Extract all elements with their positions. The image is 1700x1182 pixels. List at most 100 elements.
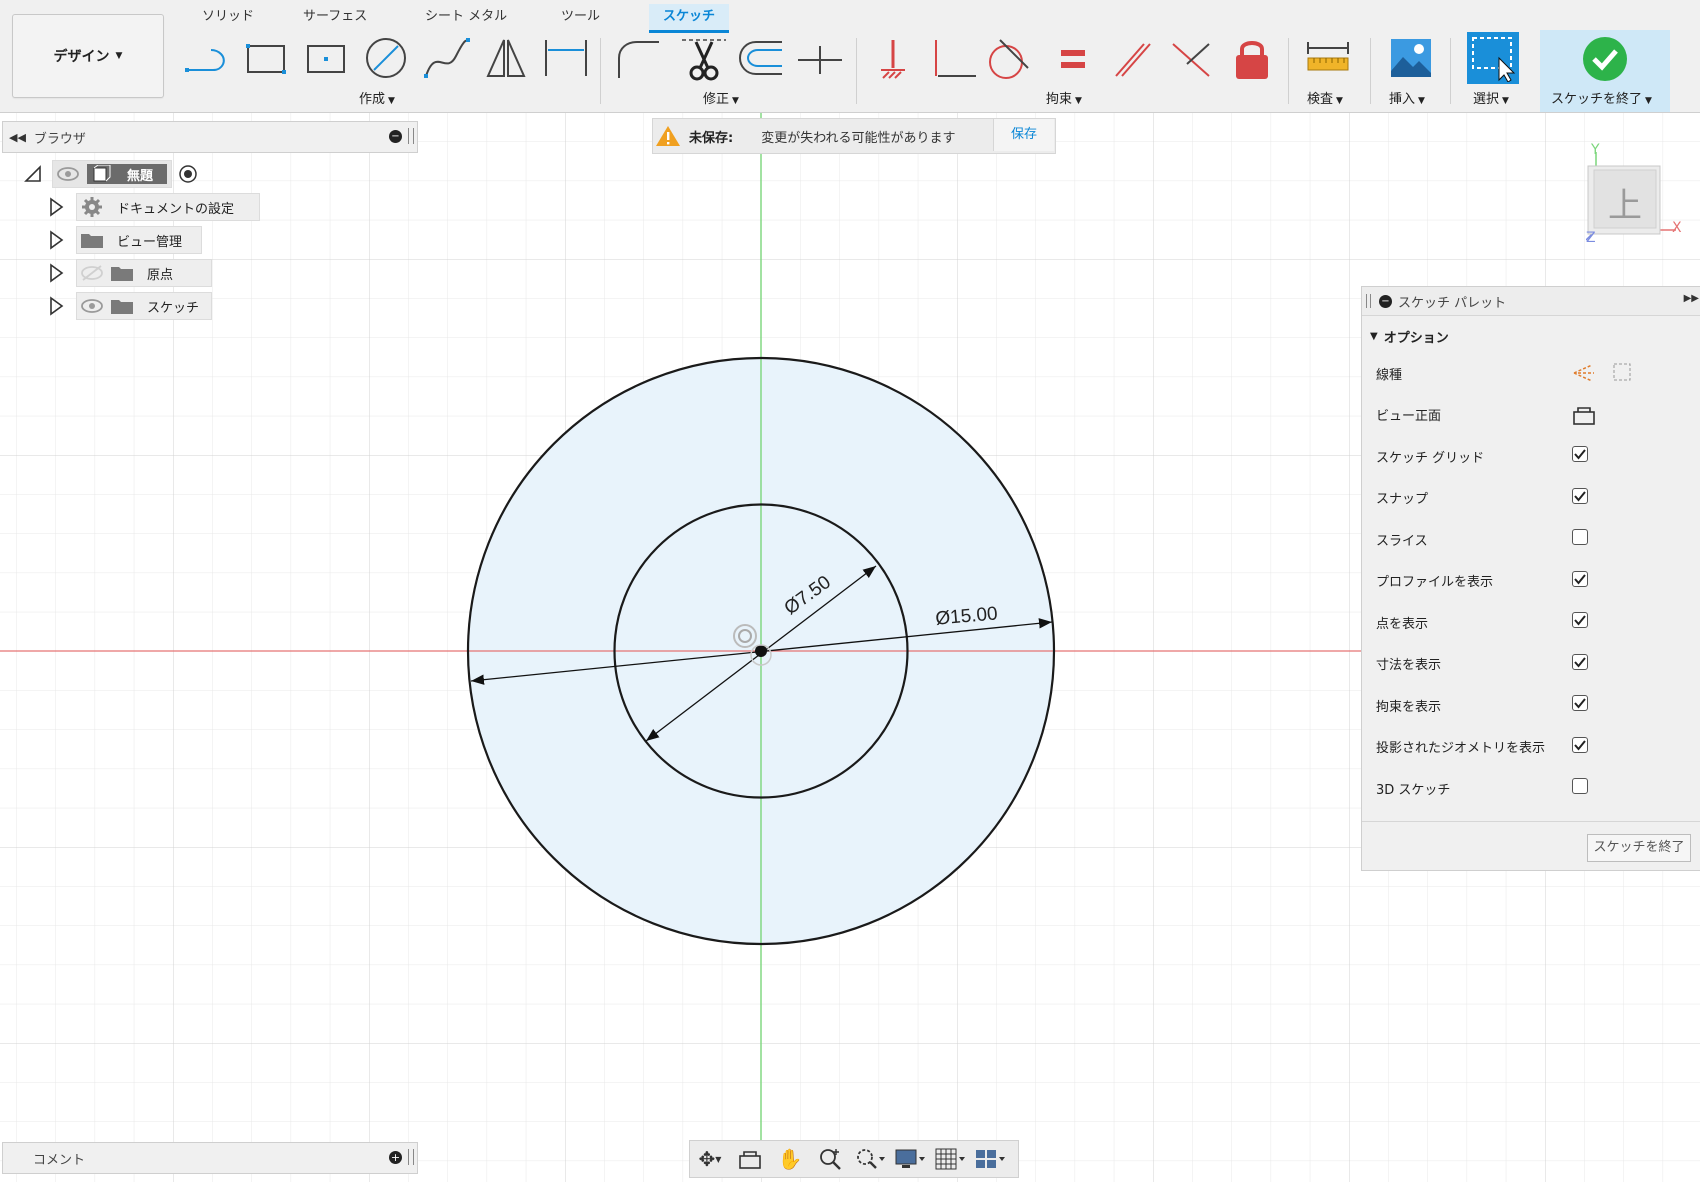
option-checkbox[interactable] xyxy=(1572,778,1588,794)
panel-grip-icon[interactable] xyxy=(408,1149,414,1165)
center-point[interactable] xyxy=(755,645,767,657)
checkbox-checked[interactable] xyxy=(1572,487,1588,504)
option-checkbox[interactable] xyxy=(1572,529,1588,545)
palette-finish-sketch-button[interactable]: スケッチを終了 xyxy=(1587,834,1691,862)
tab-tools[interactable]: ツール xyxy=(553,4,608,30)
collapse-left-icon[interactable]: ◀◀ xyxy=(9,131,26,144)
tab-sheet-metal[interactable]: シート メタル xyxy=(417,4,515,30)
workspace-switcher[interactable]: デザイン ▼ xyxy=(12,14,164,98)
collapse-triangle-icon[interactable] xyxy=(24,165,42,183)
dimension-tool[interactable] xyxy=(541,34,591,82)
line-tool[interactable] xyxy=(180,34,230,82)
finish-sketch-button[interactable]: スケッチを終了 ▼ xyxy=(1540,30,1670,112)
browser-panel-header[interactable]: ◀◀ ブラウザ − xyxy=(2,121,418,153)
tab-solid[interactable]: ソリッド xyxy=(194,4,262,30)
option-checkbox[interactable] xyxy=(1572,612,1588,628)
create-menu[interactable]: 作成 ▼ xyxy=(359,88,395,107)
option-checkbox[interactable] xyxy=(1572,736,1588,753)
root-component-badge[interactable]: 無題 xyxy=(87,164,168,184)
expand-triangle-icon[interactable] xyxy=(48,230,64,250)
checkbox-checked[interactable] xyxy=(1572,695,1588,711)
center-rectangle-tool[interactable] xyxy=(301,34,351,82)
parallel-constraint-tool[interactable] xyxy=(1107,34,1157,82)
browser-item-named-views[interactable]: ビュー管理 xyxy=(48,226,202,254)
panel-grip-icon[interactable] xyxy=(1366,294,1371,308)
minimize-icon[interactable]: − xyxy=(389,130,402,143)
insert-menu[interactable]: 挿入 ▼ xyxy=(1389,88,1425,107)
tab-sketch[interactable]: スケッチ xyxy=(649,4,729,33)
look-at-icon[interactable] xyxy=(730,1142,770,1176)
viewcube-face-label[interactable]: 上 xyxy=(1608,178,1642,227)
save-link[interactable]: 保存 xyxy=(993,119,1054,151)
browser-item-document-settings[interactable]: ドキュメントの設定 xyxy=(48,193,260,221)
select-tool[interactable] xyxy=(1467,32,1519,84)
browser-item-sketches[interactable]: スケッチ xyxy=(48,292,212,320)
minimize-icon[interactable]: − xyxy=(1379,294,1392,308)
eye-icon[interactable] xyxy=(53,163,83,185)
offset-tool[interactable] xyxy=(735,34,785,82)
options-section-header[interactable]: ▼ オプション xyxy=(1370,321,1449,351)
option-checkbox[interactable] xyxy=(1572,695,1588,711)
spline-tool[interactable] xyxy=(421,34,471,82)
add-comment-icon[interactable]: + xyxy=(389,1151,402,1164)
coincident-constraint-tool[interactable] xyxy=(1166,34,1216,82)
eye-icon[interactable] xyxy=(77,295,107,317)
root-label: 無題 xyxy=(127,168,154,184)
checkbox-checked[interactable] xyxy=(1572,736,1588,753)
option-checkbox[interactable] xyxy=(1572,446,1588,462)
viewports-icon[interactable] xyxy=(970,1142,1010,1176)
rectangle-tool[interactable] xyxy=(241,34,291,82)
fix-constraint-tool[interactable] xyxy=(868,34,918,82)
modify-menu[interactable]: 修正 ▼ xyxy=(703,88,739,107)
option-checkbox[interactable] xyxy=(1572,487,1588,504)
palette-option-row: 線種 xyxy=(1376,353,1696,393)
panel-grip-icon[interactable] xyxy=(408,128,414,144)
expand-right-icon[interactable]: ▶▶ xyxy=(1684,293,1699,304)
fit-zoom-icon[interactable] xyxy=(850,1142,890,1176)
perpendicular-constraint-tool[interactable] xyxy=(929,34,979,82)
construction-linetype-icon[interactable] xyxy=(1572,362,1632,388)
chevron-down-icon: ▼ xyxy=(1418,96,1425,106)
tab-surface[interactable]: サーフェス xyxy=(295,4,375,30)
expand-triangle-icon[interactable] xyxy=(48,197,64,217)
measure-tool[interactable] xyxy=(1303,34,1353,82)
zoom-icon[interactable] xyxy=(810,1142,850,1176)
viewcube[interactable]: 上 Y X Z xyxy=(1585,142,1686,248)
comments-panel-header[interactable]: コメント + xyxy=(2,1142,418,1174)
equal-constraint-tool[interactable] xyxy=(1048,34,1098,82)
activate-radio-icon[interactable] xyxy=(176,162,200,186)
display-settings-icon[interactable] xyxy=(890,1142,930,1176)
fillet-tool[interactable] xyxy=(612,34,662,82)
select-menu[interactable]: 選択 ▼ xyxy=(1473,88,1509,107)
checkbox-unchecked[interactable] xyxy=(1572,529,1588,545)
option-checkbox[interactable] xyxy=(1572,653,1588,670)
checkbox-checked[interactable] xyxy=(1572,446,1588,462)
folder-icon xyxy=(111,267,133,281)
expand-triangle-icon[interactable] xyxy=(48,296,64,316)
checkbox-checked[interactable] xyxy=(1572,653,1588,670)
checkbox-checked[interactable] xyxy=(1572,570,1588,587)
browser-root-row[interactable]: 無題 xyxy=(24,160,200,188)
pan-hand-icon[interactable]: ✋ xyxy=(770,1142,810,1176)
expand-triangle-icon[interactable] xyxy=(48,263,64,283)
orbit-icon[interactable]: ✥ ▼ xyxy=(690,1142,730,1176)
checkbox-unchecked[interactable] xyxy=(1572,778,1588,794)
look-at-icon[interactable] xyxy=(1572,404,1596,430)
browser-item-origin[interactable]: 原点 xyxy=(48,259,212,287)
lock-constraint-tool[interactable] xyxy=(1227,34,1277,82)
check-icon xyxy=(1574,449,1586,460)
grid-settings-icon[interactable] xyxy=(930,1142,970,1176)
tangent-constraint-tool[interactable] xyxy=(983,34,1033,82)
break-tool[interactable] xyxy=(795,34,845,82)
inspect-menu[interactable]: 検査 ▼ xyxy=(1307,88,1343,107)
separator xyxy=(1370,38,1371,104)
circle-tool[interactable] xyxy=(361,34,411,82)
option-checkbox[interactable] xyxy=(1572,570,1588,587)
palette-header[interactable]: − スケッチ パレット ▶▶ xyxy=(1362,287,1700,316)
insert-image-tool[interactable] xyxy=(1386,34,1436,82)
mirror-tool[interactable] xyxy=(481,34,531,82)
trim-tool[interactable] xyxy=(679,34,729,82)
eye-hidden-icon[interactable] xyxy=(77,262,107,284)
checkbox-checked[interactable] xyxy=(1572,612,1588,628)
constraints-menu[interactable]: 拘束 ▼ xyxy=(1046,88,1082,107)
